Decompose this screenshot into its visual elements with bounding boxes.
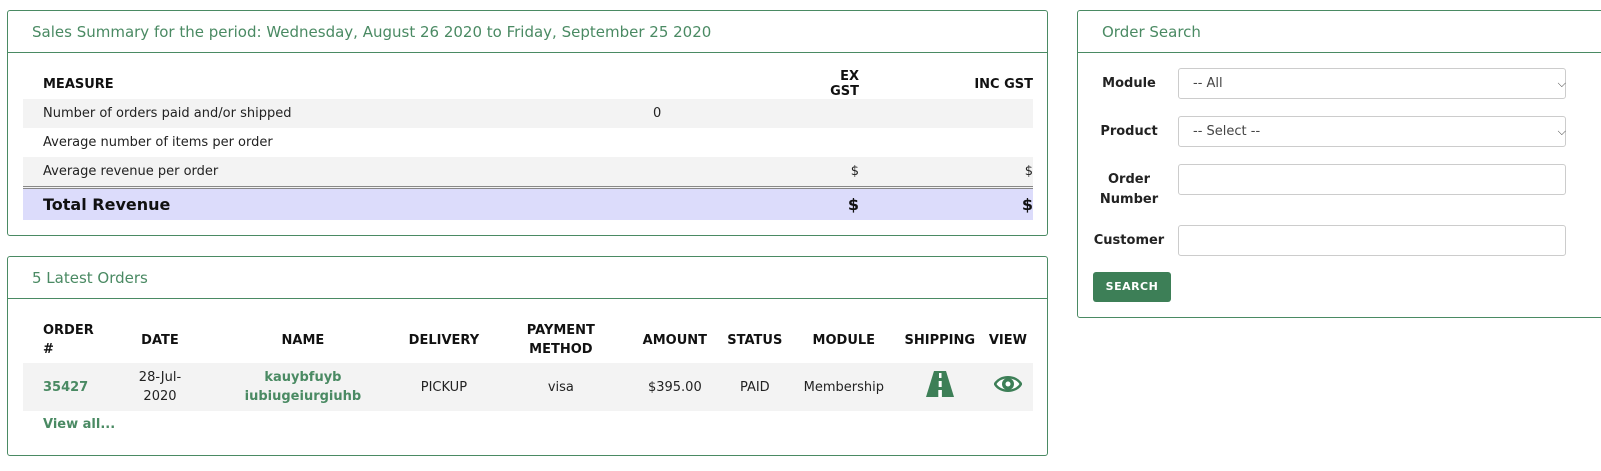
amount-header: AMOUNT (642, 332, 708, 348)
order-amount: $395.00 (630, 363, 719, 411)
date-header: DATE (141, 332, 179, 348)
measure-value (653, 157, 803, 188)
order-delivery: PICKUP (396, 363, 491, 411)
inc-gst-value (859, 99, 1033, 128)
sales-summary-title: Sales Summary for the period: Wednesday,… (8, 11, 1047, 53)
module-label: Module (1102, 76, 1156, 91)
latest-orders-panel: 5 Latest Orders ORDER # DATE NAME DELIVE… (7, 256, 1048, 456)
latest-orders-table: ORDER # DATE NAME DELIVERY PAYMENT METHO… (23, 317, 1033, 411)
order-payment-method: visa (490, 363, 631, 411)
order-number-link[interactable]: 35427 (43, 380, 88, 395)
chevron-down-icon: ⌵ (1557, 125, 1566, 138)
ex-gst-header: EX GST (830, 69, 859, 99)
module-select[interactable]: -- All ⌵ (1178, 68, 1566, 99)
measure-value: 0 (653, 99, 803, 128)
order-date: 28-Jul- 2020 (110, 363, 209, 411)
measure-label: Average number of items per order (43, 135, 273, 150)
order-number-header: ORDER # (43, 323, 94, 357)
status-header: STATUS (727, 332, 783, 348)
latest-orders-title: 5 Latest Orders (8, 257, 1047, 299)
inc-gst-header: INC GST (974, 76, 1033, 92)
sales-summary-panel: Sales Summary for the period: Wednesday,… (7, 10, 1048, 236)
product-select[interactable]: -- Select -- ⌵ (1178, 116, 1566, 147)
table-row: 35427 28-Jul- 2020 kauybfuyb iubiugeiurg… (23, 363, 1033, 411)
table-row: Average number of items per order (23, 128, 1033, 157)
ex-gst-value: $ (803, 157, 859, 188)
customer-label: Customer (1093, 233, 1165, 248)
inc-gst-value (859, 128, 1033, 157)
total-revenue-label: Total Revenue (23, 186, 653, 220)
ex-gst-value (803, 99, 859, 128)
road-icon[interactable] (925, 371, 955, 403)
customer-name-link[interactable]: kauybfuyb iubiugeiurgiuhb (245, 370, 362, 404)
order-module: Membership (790, 363, 897, 411)
sales-summary-table: MEASURE EX GST INC GST Number of orders … (23, 69, 1033, 220)
payment-method-header: PAYMENT METHOD (526, 323, 595, 357)
customer-input[interactable] (1178, 225, 1566, 256)
measure-label: Number of orders paid and/or shipped (23, 99, 653, 128)
table-row: Average revenue per order $ $ (23, 157, 1033, 188)
search-button[interactable]: SEARCH (1093, 272, 1171, 302)
total-ex-gst: $ (803, 186, 859, 220)
shipping-header: SHIPPING (904, 332, 976, 348)
view-header: VIEW (988, 332, 1027, 348)
inc-gst-value: $ (859, 157, 1033, 188)
order-search-title: Order Search (1078, 11, 1601, 53)
view-all-link[interactable]: View all... (43, 417, 115, 432)
order-number-input[interactable] (1178, 164, 1566, 195)
total-inc-gst: $ (859, 186, 1033, 220)
eye-icon[interactable] (993, 373, 1023, 401)
order-search-panel: Order Search Module -- All ⌵ Product -- … (1077, 10, 1601, 318)
name-header: NAME (281, 332, 325, 348)
chevron-down-icon: ⌵ (1557, 77, 1566, 90)
measure-label: Average revenue per order (23, 157, 653, 188)
total-revenue-row: Total Revenue $ $ (23, 186, 1033, 220)
table-row: Number of orders paid and/or shipped 0 (23, 99, 1033, 128)
order-number-label: Order Number (1099, 172, 1159, 207)
module-header: MODULE (812, 332, 876, 348)
product-label: Product (1100, 124, 1158, 139)
measure-value (653, 128, 803, 157)
delivery-header: DELIVERY (408, 332, 480, 348)
ex-gst-value (803, 128, 859, 157)
measure-header: MEASURE (43, 76, 114, 92)
order-status: PAID (718, 363, 791, 411)
